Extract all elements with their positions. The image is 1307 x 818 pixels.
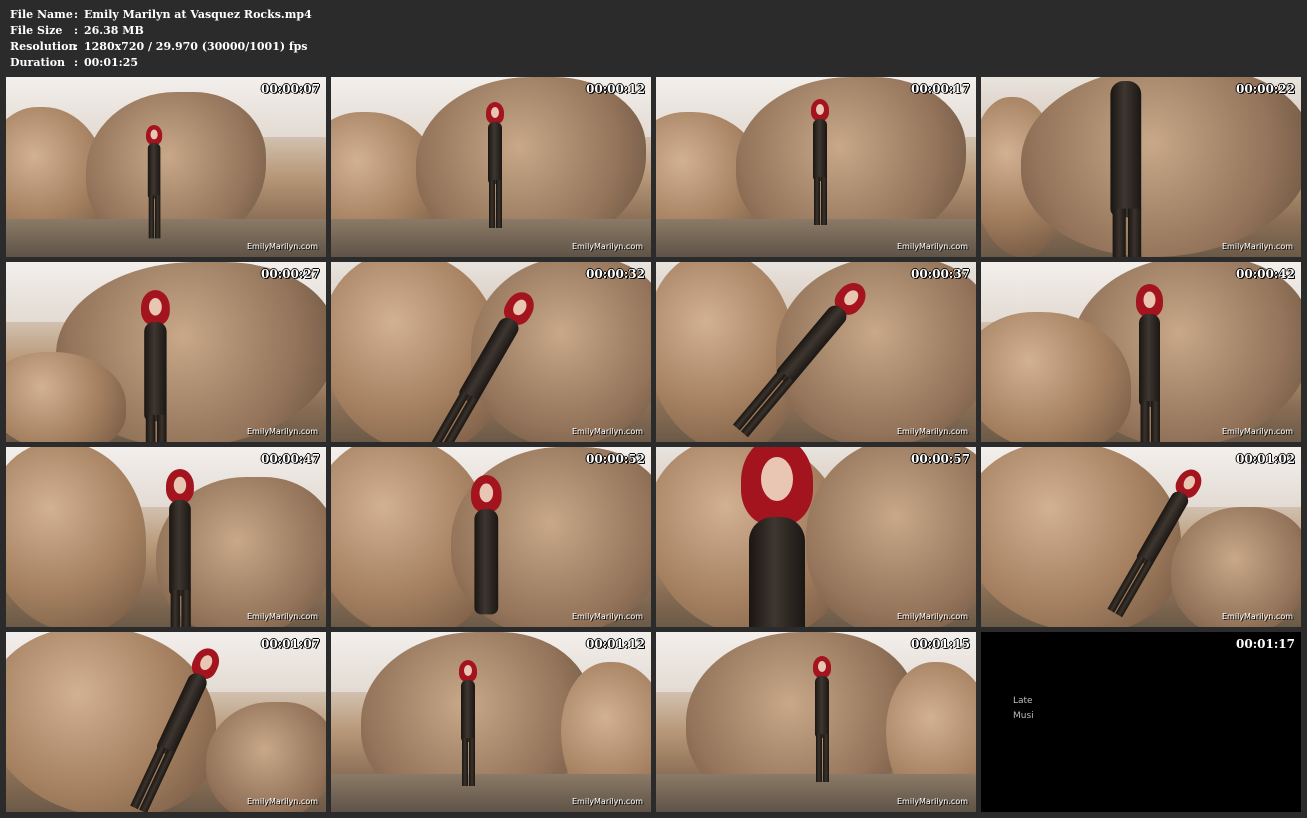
frame-watermark: EmilyMarilyn.com [247,612,318,621]
frame-watermark: EmilyMarilyn.com [897,242,968,251]
frame-watermark: EmilyMarilyn.com [897,612,968,621]
duration-key: Duration [10,56,66,69]
frame-watermark: EmilyMarilyn.com [1222,427,1293,436]
frame-timestamp: 00:01:15 [911,637,970,651]
frame-watermark: EmilyMarilyn.com [572,612,643,621]
frame-timestamp: 00:00:52 [586,452,645,466]
frame-timestamp: 00:01:02 [1236,452,1295,466]
duration-row: Duration : 00:01:25 [10,55,312,71]
frame-timestamp: 00:00:47 [261,452,320,466]
file-name-row: File Name : Emily Marilyn at Vasquez Roc… [10,7,312,23]
thumbnail-frame[interactable]: 00:00:32 EmilyMarilyn.com [331,262,651,442]
file-size-row: File Size : 26.38 MB [10,23,312,39]
thumbnail-frame[interactable]: 00:00:07 EmilyMarilyn.com [6,77,326,257]
file-size-sep: : [74,24,79,37]
duration-value: 00:01:25 [84,56,139,69]
frame-watermark: EmilyMarilyn.com [572,427,643,436]
thumbnail-frame[interactable]: 00:00:27 EmilyMarilyn.com [6,262,326,442]
frame-rock [1021,77,1301,257]
frame-timestamp: 00:00:32 [586,267,645,281]
credits-line: Musi [1013,711,1034,721]
resolution-row: Resolution : 1280x720 / 29.970 (30000/10… [10,39,312,55]
frame-ground [6,219,326,257]
frame-rock [806,447,976,627]
frame-watermark: EmilyMarilyn.com [572,797,643,806]
frame-timestamp: 00:01:17 [1236,637,1295,651]
duration-sep: : [74,56,79,69]
thumbnail-grid: 00:00:07 EmilyMarilyn.com 00:00:12 Emily… [6,77,1302,813]
thumbnail-frame[interactable]: 00:00:52 EmilyMarilyn.com [331,447,651,627]
file-name-sep: : [74,8,79,21]
file-name-value: Emily Marilyn at Vasquez Rocks.mp4 [84,8,312,21]
frame-ground [331,774,651,812]
file-size-value: 26.38 MB [84,24,144,37]
thumbnail-frame[interactable]: 00:00:57 EmilyMarilyn.com [656,447,976,627]
frame-rock [656,262,796,442]
thumbnail-frame[interactable]: 00:01:02 EmilyMarilyn.com [981,447,1301,627]
resolution-value: 1280x720 / 29.970 (30000/1001) fps [84,40,308,53]
thumbnail-frame[interactable]: 00:01:12 EmilyMarilyn.com [331,632,651,812]
frame-watermark: EmilyMarilyn.com [247,427,318,436]
frame-timestamp: 00:00:42 [1236,267,1295,281]
frame-timestamp: 00:00:37 [911,267,970,281]
thumbnail-frame[interactable]: 00:00:42 EmilyMarilyn.com [981,262,1301,442]
frame-watermark: EmilyMarilyn.com [572,242,643,251]
resolution-sep: : [74,40,79,53]
frame-rock [1171,507,1301,627]
credits-line: Late [1013,696,1033,706]
thumbnail-frame[interactable]: 00:01:15 EmilyMarilyn.com [656,632,976,812]
frame-watermark: EmilyMarilyn.com [897,427,968,436]
frame-timestamp: 00:00:17 [911,82,970,96]
frame-rock [206,702,326,812]
frame-timestamp: 00:01:12 [586,637,645,651]
frame-watermark: EmilyMarilyn.com [247,797,318,806]
thumbnail-frame[interactable]: 00:00:37 EmilyMarilyn.com [656,262,976,442]
frame-watermark: EmilyMarilyn.com [1222,242,1293,251]
thumbnail-frame[interactable]: 00:01:07 EmilyMarilyn.com [6,632,326,812]
frame-watermark: EmilyMarilyn.com [247,242,318,251]
frame-timestamp: 00:01:07 [261,637,320,651]
thumbnail-frame[interactable]: 00:00:47 EmilyMarilyn.com [6,447,326,627]
frame-timestamp: 00:00:07 [261,82,320,96]
thumbnail-frame-credits[interactable]: Late Musi 00:01:17 [981,632,1301,812]
frame-timestamp: 00:00:57 [911,452,970,466]
frame-timestamp: 00:00:27 [261,267,320,281]
thumbnail-frame[interactable]: 00:00:22 EmilyMarilyn.com [981,77,1301,257]
frame-timestamp: 00:00:12 [586,82,645,96]
resolution-key: Resolution [10,40,77,53]
frame-watermark: EmilyMarilyn.com [897,797,968,806]
file-size-key: File Size [10,24,63,37]
frame-watermark: EmilyMarilyn.com [1222,612,1293,621]
file-name-key: File Name [10,8,73,21]
credits-text: Late Musi [1013,694,1034,724]
thumbnail-frame[interactable]: 00:00:17 EmilyMarilyn.com [656,77,976,257]
frame-timestamp: 00:00:22 [1236,82,1295,96]
thumbnail-frame[interactable]: 00:00:12 EmilyMarilyn.com [331,77,651,257]
file-info-header: File Name : Emily Marilyn at Vasquez Roc… [10,7,312,71]
